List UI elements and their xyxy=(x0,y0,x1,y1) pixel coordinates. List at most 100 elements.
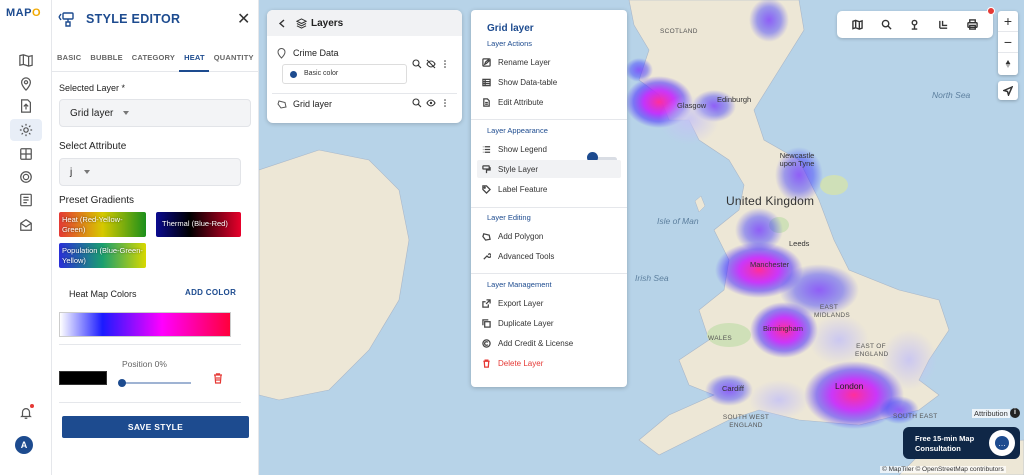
map-label-east-midlands: EAST MIDLANDS xyxy=(814,304,850,319)
preset-thermal[interactable]: Thermal (Blue-Red) xyxy=(156,212,241,237)
advanced-tools-item[interactable]: Advanced Tools xyxy=(477,247,621,265)
share-icon[interactable] xyxy=(15,215,37,235)
bell-icon[interactable] xyxy=(15,403,37,423)
list-icon[interactable] xyxy=(15,190,37,210)
paint-roller-icon xyxy=(482,164,491,173)
layers-panel: Layers Crime Data Basic color Grid layer xyxy=(267,10,462,123)
measure-icon[interactable] xyxy=(938,19,949,30)
add-color-button[interactable]: ADD COLOR xyxy=(185,288,236,297)
polygon-layer-icon xyxy=(277,100,287,109)
zoom-to-layer-icon[interactable] xyxy=(412,59,422,69)
layer-style-chip[interactable]: Basic color xyxy=(282,64,407,84)
wrench-icon xyxy=(483,252,491,260)
zoom-controls: + − xyxy=(998,11,1018,75)
edit-attribute-label: Edit Attribute xyxy=(498,97,544,107)
attribute-select[interactable]: j xyxy=(59,158,241,186)
more-vert-icon[interactable] xyxy=(440,98,450,108)
more-vert-icon[interactable] xyxy=(440,59,450,69)
tab-heat[interactable]: HEAT xyxy=(179,47,209,72)
upload-icon[interactable] xyxy=(15,96,37,116)
settings-icon[interactable] xyxy=(10,119,42,141)
layer-name-crime-data[interactable]: Crime Data xyxy=(293,48,339,58)
compass-icon[interactable] xyxy=(998,53,1018,74)
add-credit-item[interactable]: Add Credit & License xyxy=(477,334,621,352)
zoom-out-button[interactable]: − xyxy=(998,32,1018,53)
section-layer-actions: Layer Actions xyxy=(487,39,533,48)
section-layer-management: Layer Management xyxy=(487,280,552,289)
rename-layer-label: Rename Layer xyxy=(498,57,551,67)
gear-icon[interactable] xyxy=(15,167,37,187)
chat-icon: … xyxy=(995,436,1009,450)
info-icon[interactable]: i xyxy=(1010,408,1020,418)
trash-icon xyxy=(483,359,490,368)
section-layer-appearance: Layer Appearance xyxy=(487,126,548,135)
zoom-in-button[interactable]: + xyxy=(998,11,1018,32)
position-slider[interactable] xyxy=(119,382,191,384)
label-feature-label: Label Feature xyxy=(498,184,548,194)
tag-icon xyxy=(482,184,491,194)
map-icon[interactable] xyxy=(852,19,863,30)
show-legend-label: Show Legend xyxy=(498,144,547,154)
show-legend-item[interactable]: Show Legend xyxy=(477,140,621,158)
divider xyxy=(471,273,627,274)
trash-icon[interactable] xyxy=(212,372,224,384)
style-layer-item[interactable]: Style Layer xyxy=(477,160,621,178)
map-label-east-of-england: EAST OF ENGLAND xyxy=(855,343,889,358)
search-icon[interactable] xyxy=(881,19,892,30)
label-feature-item[interactable]: Label Feature xyxy=(477,180,621,198)
delete-layer-item[interactable]: Delete Layer xyxy=(477,354,621,372)
map-icon[interactable] xyxy=(15,50,37,70)
zoom-to-layer-icon[interactable] xyxy=(412,98,422,108)
chevron-left-icon[interactable] xyxy=(278,19,286,28)
layer-context-menu: Grid layer Layer Actions Rename Layer Sh… xyxy=(471,10,627,387)
tab-category[interactable]: CATEGORY xyxy=(127,47,179,72)
map-label-leeds: Leeds xyxy=(789,239,810,248)
advanced-tools-label: Advanced Tools xyxy=(498,251,555,261)
table-icon xyxy=(482,78,491,86)
position-slider-thumb[interactable] xyxy=(118,379,126,387)
print-icon[interactable] xyxy=(967,19,978,30)
consultation-text: Free 15-min Map Consultation xyxy=(915,434,975,454)
locate-button[interactable] xyxy=(998,81,1018,100)
preset-population[interactable]: Population (Blue-Green-Yellow) xyxy=(59,243,146,268)
style-editor-panel: STYLE EDITOR ✕ BASIC BUBBLE CATEGORY HEA… xyxy=(52,0,259,475)
style-tabs: BASIC BUBBLE CATEGORY HEAT QUANTITY xyxy=(52,47,259,72)
location-pin-icon[interactable] xyxy=(909,19,920,30)
edit-attribute-item[interactable]: Edit Attribute xyxy=(477,93,621,111)
duplicate-layer-item[interactable]: Duplicate Layer xyxy=(477,314,621,332)
tab-bubble[interactable]: BUBBLE xyxy=(85,47,126,72)
attribute-value: j xyxy=(70,167,73,178)
map-label-london: London xyxy=(835,381,864,391)
close-icon[interactable]: ✕ xyxy=(237,9,250,29)
eye-off-icon[interactable] xyxy=(426,59,436,69)
export-layer-label: Export Layer xyxy=(498,298,544,308)
consultation-widget[interactable]: Free 15-min Map Consultation … xyxy=(903,427,1020,459)
rename-layer-item[interactable]: Rename Layer xyxy=(477,53,621,71)
eye-icon[interactable] xyxy=(426,98,436,108)
save-style-button[interactable]: SAVE STYLE xyxy=(62,416,249,438)
attribution-label[interactable]: Attribution xyxy=(972,409,1010,418)
pin-icon[interactable] xyxy=(15,74,37,94)
section-layer-editing: Layer Editing xyxy=(487,213,531,222)
show-datatable-item[interactable]: Show Data-table xyxy=(477,73,621,91)
layers-icon[interactable] xyxy=(15,144,37,164)
copy-icon xyxy=(482,318,491,328)
avatar[interactable]: A xyxy=(15,436,33,454)
chat-button[interactable]: … xyxy=(989,430,1015,456)
add-polygon-label: Add Polygon xyxy=(498,231,544,241)
chevron-down-icon xyxy=(84,170,90,174)
color-swatch[interactable] xyxy=(59,371,107,385)
map-label-south-east: SOUTH EAST xyxy=(893,413,938,420)
selected-layer-select[interactable]: Grid layer xyxy=(59,99,251,127)
export-icon xyxy=(482,298,491,308)
tab-quantity[interactable]: QUANTITY xyxy=(209,47,258,72)
export-layer-item[interactable]: Export Layer xyxy=(477,294,621,312)
tab-basic[interactable]: BASIC xyxy=(52,47,85,72)
layer-name-grid-layer[interactable]: Grid layer xyxy=(293,99,332,109)
heatmap-gradient-preview xyxy=(59,312,231,337)
preset-heat[interactable]: Heat (Red-Yellow-Green) xyxy=(59,212,146,237)
map-label-cardiff: Cardiff xyxy=(722,384,744,393)
editor-header: STYLE EDITOR ✕ xyxy=(52,0,259,40)
add-polygon-item[interactable]: Add Polygon xyxy=(477,227,621,245)
divider xyxy=(59,402,241,403)
